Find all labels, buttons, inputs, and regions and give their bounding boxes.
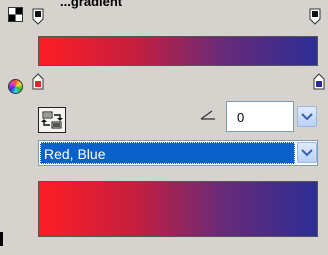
chevron-down-icon (301, 112, 313, 120)
color-wheel-icon[interactable] (8, 79, 23, 94)
angle-input[interactable]: 0 (226, 101, 294, 132)
preset-dropdown-button[interactable] (297, 142, 317, 163)
gradient-panel: ...gradient 0 Red, Blue (0, 0, 328, 255)
gradient-stop-right-marker[interactable] (309, 8, 321, 25)
angle-icon (200, 110, 215, 120)
chevron-down-icon (301, 148, 313, 156)
angle-dropdown-button[interactable] (297, 106, 317, 127)
angle-value: 0 (237, 110, 245, 125)
gradient-stop-left-marker[interactable] (32, 8, 44, 25)
grid-icon[interactable] (8, 7, 23, 22)
panel-title: ...gradient (60, 0, 123, 9)
reverse-gradient-button[interactable] (38, 107, 66, 133)
color-stop-left-marker[interactable] (32, 73, 44, 90)
swap-arrows-icon (41, 111, 63, 129)
edge-marker (0, 232, 3, 246)
gradient-preset-select[interactable]: Red, Blue (38, 140, 318, 166)
gradient-preview-top[interactable] (38, 36, 318, 66)
gradient-preset-value: Red, Blue (40, 142, 295, 164)
color-stop-right-marker[interactable] (313, 73, 325, 90)
gradient-preview-bottom (38, 181, 318, 237)
